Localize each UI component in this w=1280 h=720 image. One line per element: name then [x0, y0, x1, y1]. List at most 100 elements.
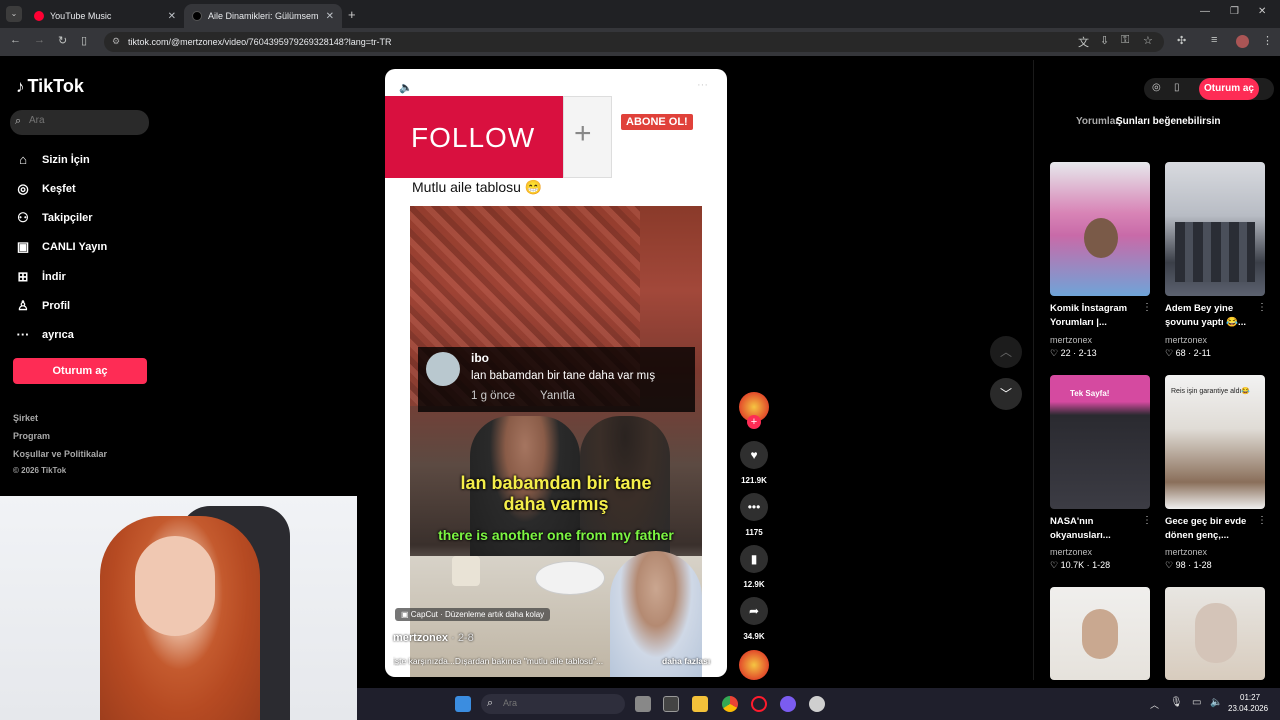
password-key-icon[interactable]: ⚿: [1121, 34, 1129, 47]
video-more-icon[interactable]: ···: [697, 79, 708, 91]
new-tab-button[interactable]: +: [348, 7, 356, 22]
discord-icon[interactable]: [809, 696, 825, 712]
sidebar-item-download[interactable]: ⊞ İndir: [14, 269, 66, 285]
tab-comments[interactable]: Yorumlar: [1076, 116, 1119, 127]
coin-icon[interactable]: ◎: [1152, 82, 1161, 93]
follow-plus-icon[interactable]: +: [747, 415, 761, 429]
more-link[interactable]: daha fazlası: [662, 656, 710, 666]
card-menu-icon[interactable]: ⋮: [1142, 302, 1152, 313]
tab-you-may-like[interactable]: Şunları beğenebilirsin: [1116, 116, 1220, 127]
video-thumbnail[interactable]: [1050, 587, 1150, 680]
card-title[interactable]: Adem Bey yine şovunu yaptı 😂...: [1165, 302, 1265, 330]
start-menu-icon[interactable]: [455, 696, 471, 712]
thumbnail-crowd: [1175, 222, 1255, 282]
next-video-button[interactable]: ﹀: [990, 378, 1022, 410]
clock-time: 01:27: [1240, 693, 1261, 702]
opera-icon[interactable]: [751, 696, 767, 712]
subtitle-english: there is another one from my father: [438, 527, 674, 543]
sidepanel-icon[interactable]: ▯: [81, 34, 87, 47]
heart-icon: ♥: [750, 448, 758, 462]
follow-banner: FOLLOW: [385, 96, 563, 178]
card-menu-icon[interactable]: ⋮: [1257, 515, 1267, 526]
video-thumbnail[interactable]: [1165, 587, 1265, 680]
maximize-icon[interactable]: ❐: [1230, 6, 1239, 17]
login-button[interactable]: Oturum aç: [13, 358, 147, 384]
video-author[interactable]: mertzonex · 2-8: [393, 632, 474, 644]
microphone-icon[interactable]: 🎙: [1170, 697, 1183, 708]
card-author[interactable]: mertzonex: [1165, 547, 1207, 557]
card-title[interactable]: Gece geç bir evde dönen genç,...: [1165, 515, 1265, 543]
footer-link-program[interactable]: Program: [13, 431, 50, 441]
network-icon[interactable]: ▭: [1192, 697, 1201, 708]
forward-icon[interactable]: →: [34, 34, 45, 46]
close-tab-icon[interactable]: ✕: [326, 11, 334, 22]
sidebar-item-explore[interactable]: ◎ Keşfet: [14, 181, 75, 197]
install-icon[interactable]: ⇩: [1100, 34, 1109, 47]
capcut-icon: ▣: [401, 610, 411, 619]
sidebar-item-following[interactable]: ⚇ Takipçiler: [14, 210, 93, 226]
media-controls-icon[interactable]: ≡: [1211, 34, 1217, 46]
tab-tiktok[interactable]: Aile Dinamikleri: Gülümsemenin... ✕: [184, 4, 342, 28]
tiktok-logo[interactable]: ♪ TikTok: [16, 76, 84, 97]
app-icon[interactable]: [780, 696, 796, 712]
like-button[interactable]: ♥: [740, 441, 768, 469]
file-explorer-icon[interactable]: [692, 696, 708, 712]
taskbar-search[interactable]: ⌕: [481, 694, 625, 714]
previous-video-button[interactable]: ︿: [990, 336, 1022, 368]
sidebar-item-label: Takipçiler: [42, 212, 93, 224]
close-window-icon[interactable]: ✕: [1258, 6, 1266, 17]
browser-menu-icon[interactable]: ⋮: [1262, 34, 1273, 47]
address-bar[interactable]: ⚙ tiktok.com/@mertzonex/video/7604395979…: [104, 32, 1164, 52]
footer-link-terms[interactable]: Koşullar ve Politikalar: [13, 449, 107, 459]
sidebar-item-for-you[interactable]: ⌂ Sizin İçin: [14, 152, 90, 167]
phone-icon[interactable]: ▯: [1174, 82, 1180, 93]
search-box[interactable]: ⌕: [10, 110, 149, 135]
footer-link-company[interactable]: Şirket: [13, 413, 38, 423]
comment-button[interactable]: •••: [740, 493, 768, 521]
volume-icon[interactable]: 🔈: [399, 81, 413, 94]
card-author[interactable]: mertzonex: [1165, 335, 1207, 345]
profile-avatar[interactable]: [1236, 35, 1249, 48]
card-author[interactable]: mertzonex: [1050, 335, 1092, 345]
cup: [452, 556, 480, 586]
back-icon[interactable]: ←: [10, 34, 21, 46]
bookmark-star-icon[interactable]: ☆: [1143, 34, 1153, 47]
user-icon: ⚇: [17, 210, 29, 225]
share-button[interactable]: ➦: [740, 597, 768, 625]
video-thumbnail[interactable]: Reis işin garantiye aldı😂: [1165, 375, 1265, 509]
minimize-icon[interactable]: —: [1200, 6, 1210, 17]
extensions-icon[interactable]: ✣: [1177, 34, 1186, 47]
card-author[interactable]: mertzonex: [1050, 547, 1092, 557]
tab-youtube-music[interactable]: YouTube Music ✕: [26, 4, 184, 28]
card-menu-icon[interactable]: ⋮: [1257, 302, 1267, 313]
tab-list-button[interactable]: ⌄: [6, 6, 22, 22]
music-disc-icon[interactable]: [739, 650, 769, 680]
share-count: 34.9K: [743, 632, 765, 641]
compass-icon: ◎: [17, 181, 29, 196]
tray-chevron-icon[interactable]: ︿: [1150, 698, 1159, 711]
site-info-icon[interactable]: ⚙: [112, 36, 120, 47]
chrome-icon[interactable]: [722, 696, 738, 712]
right-login-button[interactable]: Oturum aç: [1199, 78, 1259, 100]
save-button[interactable]: ▮: [740, 545, 768, 573]
capcut-label[interactable]: ▣ CapCut · Düzenleme artık daha kolay: [395, 608, 551, 621]
sidebar-item-profile[interactable]: ♙ Profil: [14, 298, 70, 314]
card-title[interactable]: Komik İnstagram Yorumları |...: [1050, 302, 1150, 330]
close-tab-icon[interactable]: ✕: [168, 11, 176, 22]
card-menu-icon[interactable]: ⋮: [1142, 515, 1152, 526]
video-player[interactable]: 🔈 ··· FOLLOW + ABONE OL! Mutlu aile tabl…: [385, 69, 727, 677]
video-thumbnail[interactable]: Tek Sayfa!: [1050, 375, 1150, 509]
sidebar-item-live[interactable]: ▣ CANLI Yayın: [14, 239, 107, 255]
taskbar-search-input[interactable]: [503, 698, 593, 708]
tab-title: Aile Dinamikleri: Gülümsemenin...: [208, 11, 318, 21]
task-view-icon[interactable]: [635, 696, 651, 712]
video-thumbnail[interactable]: [1165, 162, 1265, 296]
card-title[interactable]: NASA'nın okyanusları...: [1050, 515, 1150, 543]
translate-icon[interactable]: 文: [1078, 34, 1089, 50]
volume-icon[interactable]: 🔈: [1210, 697, 1222, 708]
video-thumbnail[interactable]: [1050, 162, 1150, 296]
store-icon[interactable]: [663, 696, 679, 712]
reload-icon[interactable]: ↻: [58, 34, 67, 47]
sidebar-item-more[interactable]: ··· ayrıca: [14, 327, 74, 342]
search-input[interactable]: [29, 115, 139, 126]
